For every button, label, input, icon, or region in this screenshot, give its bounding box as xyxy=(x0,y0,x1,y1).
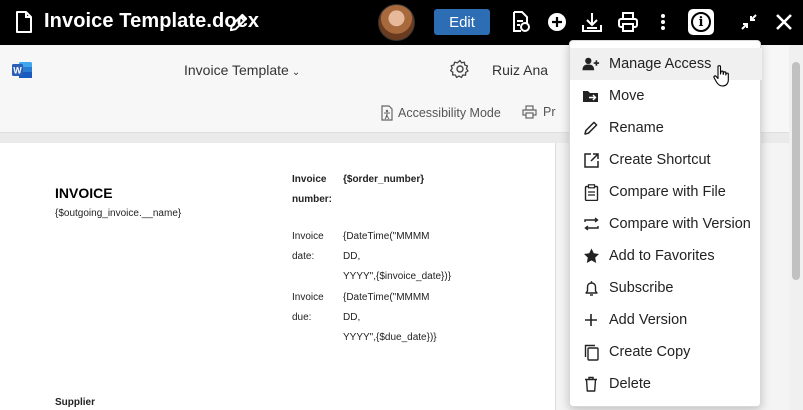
menu-item-add-to-favorites[interactable]: Add to Favorites xyxy=(570,240,762,272)
accessibility-icon xyxy=(381,105,393,121)
invoice-number-label: Invoice number: xyxy=(292,174,332,205)
menu-item-move[interactable]: Move xyxy=(570,80,762,112)
print-icon[interactable] xyxy=(617,11,639,33)
more-vertical-icon[interactable] xyxy=(652,11,674,33)
trash-icon xyxy=(582,375,600,393)
invoice-number-value: {$order_number} xyxy=(343,174,425,185)
compare-arrows-icon xyxy=(582,215,600,233)
menu-item-label: Delete xyxy=(609,376,651,392)
menu-item-label: Compare with Version xyxy=(609,216,751,232)
printer-icon xyxy=(522,105,537,119)
invoice-due-label: Invoice due: xyxy=(292,292,324,323)
hand-cursor-icon xyxy=(713,65,729,87)
menu-item-label: Create Shortcut xyxy=(609,152,711,168)
more-actions-menu: Manage Access Move Rename Create Shortcu… xyxy=(569,40,762,407)
ribbon-document-name[interactable]: Invoice Template ⌄ xyxy=(184,62,300,78)
menu-item-label: Compare with File xyxy=(609,184,726,200)
star-icon xyxy=(582,247,600,265)
user-plus-icon xyxy=(582,55,600,73)
accessibility-mode-button[interactable]: Accessibility Mode xyxy=(380,105,501,121)
gear-icon[interactable] xyxy=(450,59,470,79)
accessibility-mode-label: Accessibility Mode xyxy=(398,106,501,120)
minimize-icon[interactable] xyxy=(738,11,760,33)
menu-item-compare-with-version[interactable]: Compare with Version xyxy=(570,208,762,240)
folder-move-icon xyxy=(582,87,600,105)
svg-text:W: W xyxy=(13,66,22,76)
menu-item-delete[interactable]: Delete xyxy=(570,368,762,400)
invoice-date-label: Invoice date: xyxy=(292,231,324,262)
scrollbar-thumb[interactable] xyxy=(792,62,800,280)
menu-item-create-shortcut[interactable]: Create Shortcut xyxy=(570,144,762,176)
edit-button[interactable]: Edit xyxy=(434,9,490,35)
invoice-date-value: {DateTime("MMMM DD, YYYY",{$invoice_date… xyxy=(343,231,452,282)
menu-item-add-version[interactable]: Add Version xyxy=(570,304,762,336)
avatar[interactable] xyxy=(378,4,415,41)
close-icon[interactable] xyxy=(773,11,795,33)
word-logo-icon: W xyxy=(12,62,32,78)
menu-item-label: Add to Favorites xyxy=(609,248,715,264)
invoice-due-value: {DateTime("MMMM DD, YYYY",{$due_date})} xyxy=(343,292,437,343)
invoice-name-field: {$outgoing_invoice.__name} xyxy=(55,208,182,219)
clipboard-icon xyxy=(582,183,600,201)
menu-item-label: Move xyxy=(609,88,645,104)
menu-item-label: Subscribe xyxy=(609,280,674,296)
add-circle-icon[interactable] xyxy=(546,11,568,33)
ribbon-document-name-label: Invoice Template xyxy=(184,62,289,78)
document-icon xyxy=(16,11,32,33)
user-name[interactable]: Ruiz Ana xyxy=(492,62,548,78)
print-label: Pr xyxy=(543,105,556,119)
shortcut-icon xyxy=(582,151,600,169)
top-bar: Invoice Template.docx Edit i xyxy=(0,0,803,45)
plus-icon xyxy=(582,311,600,329)
menu-item-subscribe[interactable]: Subscribe xyxy=(570,272,762,304)
print-button[interactable]: Pr xyxy=(522,105,556,119)
invoice-heading: INVOICE xyxy=(55,185,113,201)
menu-item-rename[interactable]: Rename xyxy=(570,112,762,144)
menu-item-label: Manage Access xyxy=(609,56,712,72)
menu-item-compare-with-file[interactable]: Compare with File xyxy=(570,176,762,208)
chevron-down-icon: ⌄ xyxy=(291,67,301,78)
bell-icon xyxy=(582,279,600,297)
menu-item-label: Rename xyxy=(609,120,664,136)
supplier-heading: Supplier xyxy=(55,397,96,408)
pencil-icon xyxy=(582,119,600,137)
copy-icon xyxy=(582,343,600,361)
menu-item-manage-access[interactable]: Manage Access xyxy=(570,48,762,80)
document-viewer: Invoice Template.docx Edit i W Invoice T… xyxy=(0,0,803,410)
menu-item-label: Add Version xyxy=(609,312,688,328)
menu-item-create-copy[interactable]: Create Copy xyxy=(570,336,762,368)
rename-pencil-icon[interactable] xyxy=(227,11,250,34)
download-icon[interactable] xyxy=(581,11,603,33)
document-page: INVOICE {$outgoing_invoice.__name} Invoi… xyxy=(0,143,555,410)
document-properties-icon[interactable] xyxy=(510,11,532,33)
menu-item-label: Create Copy xyxy=(609,344,691,360)
info-icon[interactable]: i xyxy=(688,9,714,35)
